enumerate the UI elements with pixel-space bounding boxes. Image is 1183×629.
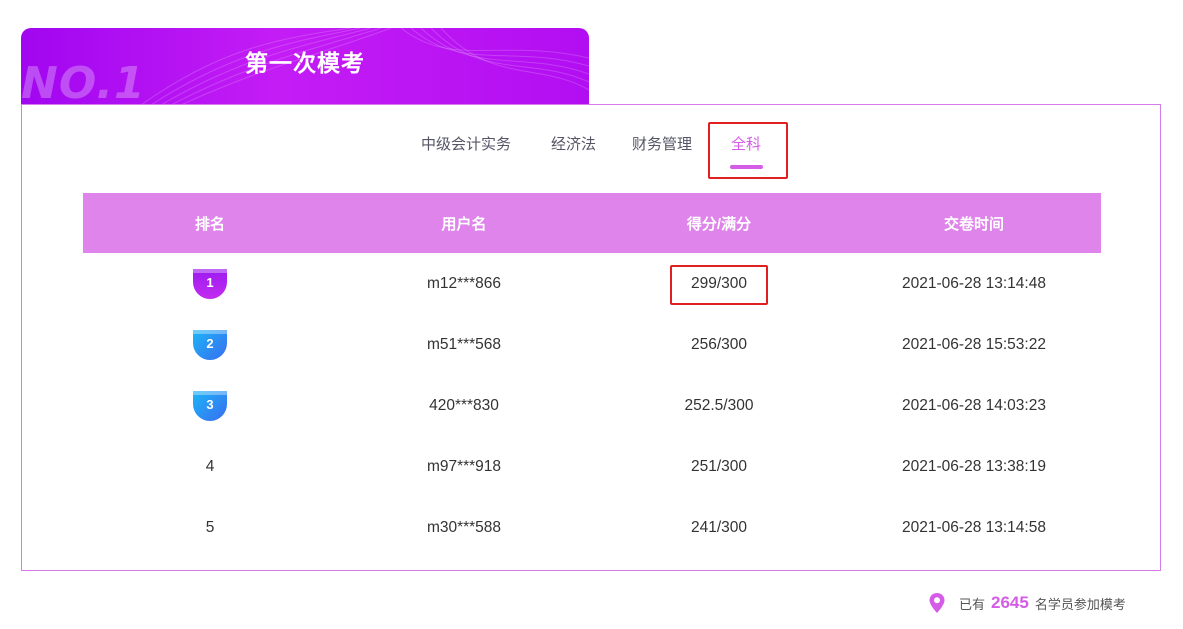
submit-time-cell: 2021-06-28 13:14:58 xyxy=(902,518,1046,536)
ranking-table: 排名 用户名 得分/满分 交卷时间 1 m12***866 299/300 20… xyxy=(83,193,1101,558)
subject-tabs: 中级会计实务 经济法 财务管理 全科 xyxy=(22,105,1160,193)
username-cell: m12***866 xyxy=(426,274,502,292)
participant-count: 已有 2645 名学员参加模考 xyxy=(928,592,1126,614)
table-row: 3 420***830 252.5/300 2021-06-28 14:03:2… xyxy=(83,375,1101,436)
rank-cell: 4 xyxy=(205,457,215,475)
tab-intermediate-accounting[interactable]: 中级会计实务 xyxy=(421,135,511,155)
username-cell: m97***918 xyxy=(426,457,502,475)
tab-financial-management[interactable]: 财务管理 xyxy=(632,135,692,155)
highlight-box-tab xyxy=(708,122,788,179)
participant-count-number: 2645 xyxy=(991,593,1029,612)
score-cell: 241/300 xyxy=(690,518,748,536)
table-row: 1 m12***866 299/300 2021-06-28 13:14:48 xyxy=(83,253,1101,314)
column-header-score: 得分/满分 xyxy=(686,215,752,233)
tab-economic-law[interactable]: 经济法 xyxy=(551,135,596,155)
page: NO.1 第一次模考 中级会计实务 经济法 财务管理 全科 排名 用户名 得分/… xyxy=(0,0,1183,629)
rank-medal-icon: 2 xyxy=(193,329,227,360)
table-row: 5 m30***588 241/300 2021-06-28 13:14:58 xyxy=(83,497,1101,558)
submit-time-cell: 2021-06-28 13:38:19 xyxy=(902,457,1046,475)
page-title: 第一次模考 xyxy=(245,50,365,76)
count-suffix: 名学员参加模考 xyxy=(1034,596,1126,612)
score-cell: 252.5/300 xyxy=(684,396,754,414)
location-pin-icon xyxy=(929,593,945,613)
column-header-submit-time: 交卷时间 xyxy=(943,215,1004,233)
column-header-username: 用户名 xyxy=(441,215,487,233)
rank-cell: 5 xyxy=(205,518,215,536)
submit-time-cell: 2021-06-28 14:03:23 xyxy=(902,396,1046,414)
rank-badge-text: NO.1 xyxy=(21,58,146,106)
submit-time-cell: 2021-06-28 13:14:48 xyxy=(902,274,1046,292)
rank-medal-icon: 1 xyxy=(193,268,227,299)
username-cell: m51***568 xyxy=(426,335,502,353)
highlight-box-score xyxy=(670,265,768,305)
submit-time-cell: 2021-06-28 15:53:22 xyxy=(902,335,1046,353)
count-prefix: 已有 xyxy=(959,596,986,612)
table-header: 排名 用户名 得分/满分 交卷时间 xyxy=(83,193,1101,253)
column-header-rank: 排名 xyxy=(194,215,225,233)
score-cell: 256/300 xyxy=(690,335,748,353)
username-cell: m30***588 xyxy=(426,518,502,536)
table-row: 2 m51***568 256/300 2021-06-28 15:53:22 xyxy=(83,314,1101,375)
table-row: 4 m97***918 251/300 2021-06-28 13:38:19 xyxy=(83,436,1101,497)
username-cell: 420***830 xyxy=(429,396,499,414)
ranking-panel: 中级会计实务 经济法 财务管理 全科 排名 用户名 得分/满分 交卷时间 1 m… xyxy=(21,104,1161,571)
rank-medal-icon: 3 xyxy=(193,390,227,421)
score-cell: 251/300 xyxy=(690,457,748,475)
exam-header: NO.1 第一次模考 xyxy=(21,28,589,105)
